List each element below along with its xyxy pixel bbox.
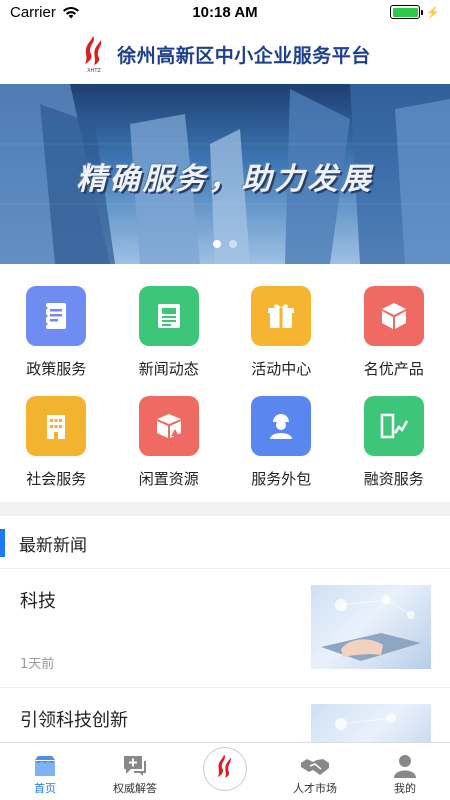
service-products[interactable]: 名优产品 <box>338 278 450 388</box>
news-item[interactable]: 引领科技创新 <box>0 688 450 742</box>
newspaper-icon <box>138 286 199 346</box>
app-header: XHTZ 徐州高新区中小企业服务平台 <box>0 24 450 84</box>
carrier-label: Carrier <box>10 3 56 21</box>
service-label: 新闻动态 <box>138 360 199 378</box>
news-thumbnail-image <box>311 585 431 669</box>
news-title: 引领科技创新 <box>20 710 128 731</box>
tab-mine[interactable]: 我的 <box>360 743 450 800</box>
news-section-header: 最新新闻 <box>0 528 450 558</box>
home-icon <box>35 756 55 776</box>
building-icon <box>26 396 87 456</box>
banner-slogan: 精确服务，助力发展 <box>76 162 374 197</box>
handshake-icon <box>301 759 329 775</box>
carousel-dot[interactable] <box>229 240 237 248</box>
carousel-dot[interactable] <box>213 240 221 248</box>
tab-label: 首页 <box>34 782 56 795</box>
notebook-icon <box>26 286 87 346</box>
news-item[interactable]: 科技 1天前 <box>0 569 450 687</box>
box-icon <box>138 396 199 456</box>
service-label: 名优产品 <box>363 360 424 378</box>
tab-authoritative-answers[interactable]: 权威解答 <box>90 743 180 800</box>
carousel-indicator <box>0 240 450 248</box>
worker-icon <box>251 396 312 456</box>
news-section-title: 最新新闻 <box>19 535 87 556</box>
wifi-icon <box>62 6 79 18</box>
service-label: 融资服务 <box>363 470 424 488</box>
service-grid: 政策服务 新闻动态 活动中心 名优产品 社会服务 闲置资源 服务外包 融资服务 <box>0 278 450 498</box>
logo-icon <box>203 747 247 791</box>
service-events[interactable]: 活动中心 <box>225 278 338 388</box>
platform-logo-icon: XHTZ <box>85 36 102 74</box>
status-left: Carrier <box>10 4 80 21</box>
service-financing[interactable]: 融资服务 <box>338 388 450 498</box>
service-label: 闲置资源 <box>138 470 199 488</box>
service-label: 政策服务 <box>26 360 87 378</box>
service-social[interactable]: 社会服务 <box>0 388 113 498</box>
page-title: 徐州高新区中小企业服务平台 <box>117 44 371 67</box>
news-time: 1天前 <box>20 657 55 672</box>
charging-icon: ⚡ <box>426 6 440 19</box>
section-accent-bar <box>0 529 5 557</box>
service-news[interactable]: 新闻动态 <box>113 278 226 388</box>
service-outsourcing[interactable]: 服务外包 <box>225 388 338 498</box>
tab-label: 我的 <box>394 782 416 795</box>
status-right: ⚡ <box>390 5 440 19</box>
news-title: 科技 <box>20 591 56 612</box>
gift-icon <box>251 286 312 346</box>
tab-label: 权威解答 <box>113 782 157 795</box>
chat-plus-icon <box>124 756 146 776</box>
logo-text: XHTZ <box>87 68 101 74</box>
service-label: 社会服务 <box>26 470 87 488</box>
cube-icon <box>363 286 424 346</box>
tab-home[interactable]: 首页 <box>0 743 90 800</box>
tab-center-logo[interactable] <box>180 743 270 800</box>
service-label: 服务外包 <box>251 470 312 488</box>
section-separator <box>0 502 450 516</box>
news-thumbnail-image <box>311 704 431 742</box>
service-policy[interactable]: 政策服务 <box>0 278 113 388</box>
battery-icon <box>390 5 424 19</box>
person-icon <box>394 755 416 778</box>
status-bar: Carrier 10:18 AM ⚡ <box>0 0 450 24</box>
tab-talent-market[interactable]: 人才市场 <box>270 743 360 800</box>
bottom-tab-bar: 首页 权威解答 人才市场 我的 <box>0 742 450 800</box>
service-idle-resources[interactable]: 闲置资源 <box>113 388 226 498</box>
finance-icon <box>363 396 424 456</box>
tab-label: 人才市场 <box>293 782 337 795</box>
service-label: 活动中心 <box>251 360 312 378</box>
